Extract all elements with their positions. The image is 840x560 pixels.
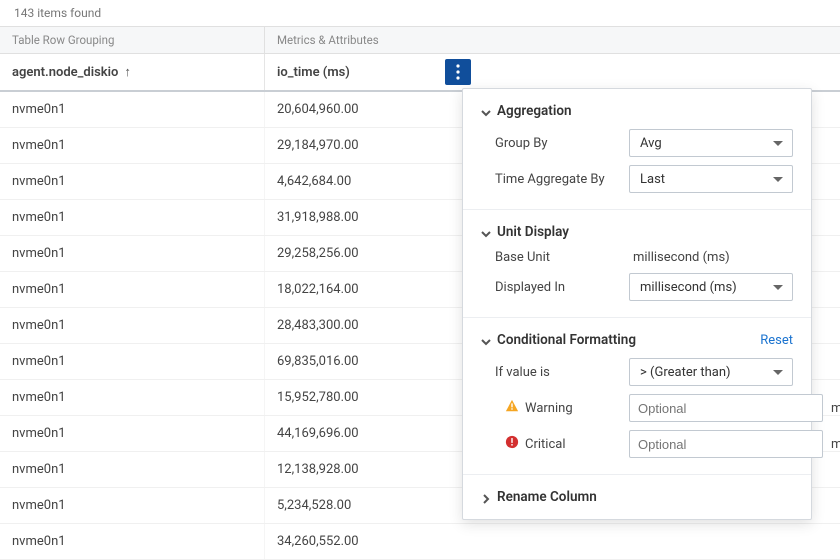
category-header-row: Table Row Grouping Metrics & Attributes: [0, 26, 840, 54]
category-group: Table Row Grouping: [0, 27, 265, 53]
column-header-metric-label: io_time (ms): [277, 65, 350, 80]
chevron-down-icon: [481, 106, 491, 116]
cell-group: nvme0n1: [0, 452, 265, 487]
cell-group: nvme0n1: [0, 236, 265, 271]
section-rename-toggle[interactable]: Rename Column: [463, 475, 811, 519]
base-unit-label: Base Unit: [481, 250, 621, 265]
cell-metric: 12,138,928.00: [265, 452, 371, 487]
critical-label-text: Critical: [525, 437, 565, 452]
chevron-down-icon: [481, 335, 491, 345]
cell-metric: 29,258,256.00: [265, 236, 371, 271]
reset-link[interactable]: Reset: [760, 333, 793, 348]
warning-icon: [505, 399, 519, 417]
warning-label: Warning: [481, 399, 621, 417]
section-unit-toggle[interactable]: Unit Display: [481, 224, 793, 240]
critical-input[interactable]: [629, 430, 823, 458]
group-by-select[interactable]: Avg: [629, 129, 793, 157]
warning-label-text: Warning: [525, 401, 573, 416]
section-aggregation-toggle[interactable]: Aggregation: [481, 103, 793, 119]
chevron-down-icon: [481, 227, 491, 237]
critical-label: Critical: [481, 435, 621, 453]
if-value-value: > (Greater than): [640, 365, 731, 380]
cell-group: nvme0n1: [0, 128, 265, 163]
section-rename-title: Rename Column: [497, 489, 597, 505]
warning-suffix: ms: [831, 401, 840, 416]
section-conditional-title: Conditional Formatting: [497, 332, 636, 348]
cell-group: nvme0n1: [0, 92, 265, 127]
cell-group: nvme0n1: [0, 524, 265, 559]
sort-ascending-icon: ↑: [124, 64, 131, 80]
cell-group: nvme0n1: [0, 308, 265, 343]
cell-group: nvme0n1: [0, 416, 265, 451]
displayed-in-value: millisecond (ms): [640, 280, 737, 295]
section-aggregation: Aggregation Group By Avg Time Aggregate …: [463, 89, 811, 210]
cell-metric: 34,260,552.00: [265, 524, 371, 559]
displayed-in-label: Displayed In: [481, 280, 621, 295]
cell-metric: 15,952,780.00: [265, 380, 371, 415]
cell-group: nvme0n1: [0, 200, 265, 235]
cell-group: nvme0n1: [0, 344, 265, 379]
group-by-value: Avg: [640, 136, 662, 151]
cell-metric: 5,234,528.00: [265, 488, 363, 523]
cell-metric: 29,184,970.00: [265, 128, 371, 163]
cell-metric: 44,169,696.00: [265, 416, 371, 451]
section-aggregation-title: Aggregation: [497, 103, 572, 119]
cell-group: nvme0n1: [0, 488, 265, 523]
cell-metric: 28,483,300.00: [265, 308, 371, 343]
base-unit-value: millisecond (ms): [629, 250, 793, 265]
vertical-dots-icon: [456, 64, 460, 80]
column-menu-button[interactable]: [445, 59, 471, 85]
table-row[interactable]: nvme0n134,260,552.00: [0, 524, 840, 560]
cell-metric: 69,835,016.00: [265, 344, 371, 379]
chevron-right-icon: [481, 492, 491, 502]
section-conditional: Conditional Formatting Reset If value is…: [463, 318, 811, 475]
if-value-select[interactable]: > (Greater than): [629, 358, 793, 386]
if-value-label: If value is: [481, 365, 621, 380]
column-header-group[interactable]: agent.node_diskio ↑: [0, 54, 265, 90]
group-by-label: Group By: [481, 136, 621, 151]
cell-metric: 4,642,684.00: [265, 164, 363, 199]
section-unit-display: Unit Display Base Unit millisecond (ms) …: [463, 210, 811, 318]
results-count: 143 items found: [0, 0, 840, 26]
time-aggregate-select[interactable]: Last: [629, 165, 793, 193]
cell-group: nvme0n1: [0, 272, 265, 307]
cell-metric: 31,918,988.00: [265, 200, 371, 235]
displayed-in-select[interactable]: millisecond (ms): [629, 273, 793, 301]
column-headers: agent.node_diskio ↑ io_time (ms): [0, 54, 840, 92]
cell-metric: 20,604,960.00: [265, 92, 371, 127]
cell-group: nvme0n1: [0, 164, 265, 199]
time-aggregate-value: Last: [640, 172, 665, 187]
warning-input[interactable]: [629, 394, 823, 422]
column-header-group-label: agent.node_diskio: [12, 65, 118, 80]
section-conditional-toggle[interactable]: Conditional Formatting: [481, 332, 636, 348]
time-aggregate-label: Time Aggregate By: [481, 172, 621, 187]
critical-suffix: ms: [831, 437, 840, 452]
column-settings-popover: Aggregation Group By Avg Time Aggregate …: [462, 88, 812, 520]
cell-metric: 18,022,164.00: [265, 272, 371, 307]
column-header-metric[interactable]: io_time (ms): [265, 55, 445, 90]
critical-icon: [505, 435, 519, 453]
section-unit-title: Unit Display: [497, 224, 569, 240]
cell-group: nvme0n1: [0, 380, 265, 415]
category-metric: Metrics & Attributes: [265, 27, 840, 53]
